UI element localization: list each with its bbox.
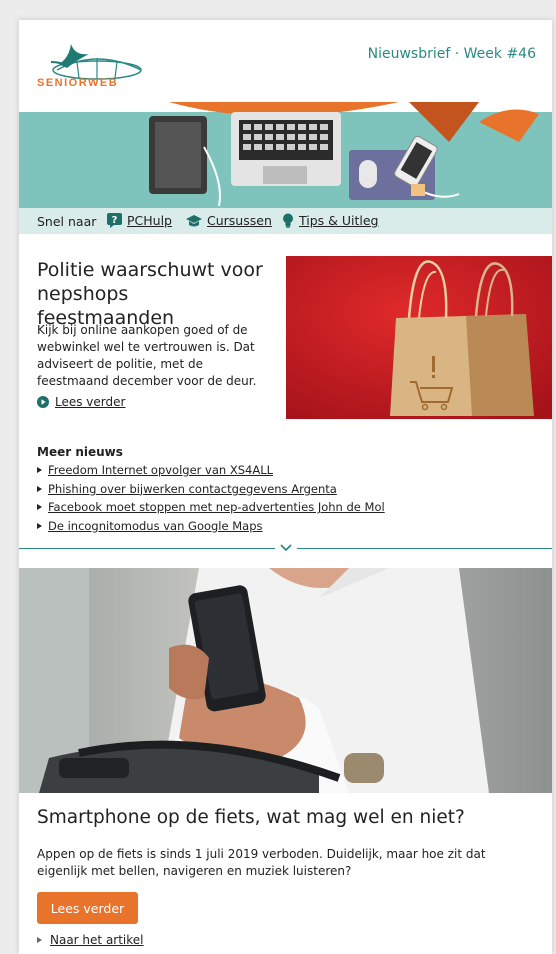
feature-summary: Appen op de fiets is sinds 1 juli 2019 v… (37, 847, 486, 878)
triangle-right-icon (37, 467, 42, 474)
banner-image (19, 102, 552, 208)
graduation-cap-icon (186, 214, 202, 226)
smartphone-bike-image[interactable] (19, 568, 552, 793)
question-icon: ? (107, 213, 122, 228)
news-link[interactable]: De incognitomodus van Google Maps (48, 519, 263, 533)
more-news-list: Freedom Internet opvolger van XS4ALL Phi… (37, 461, 385, 535)
triangle-right-icon (37, 937, 42, 943)
shopping-bags-image[interactable] (286, 256, 552, 419)
news-link[interactable]: Facebook moet stoppen met nep-advertenti… (48, 500, 385, 514)
article-summary: Kijk bij online aankopen goed of de webw… (37, 323, 257, 388)
triangle-right-icon (37, 485, 42, 492)
article-link[interactable]: Naar het artikel (37, 933, 144, 947)
quick-nav-label: Snel naar (37, 214, 97, 229)
list-item[interactable]: Freedom Internet opvolger van XS4ALL (37, 461, 385, 480)
read-more-button[interactable]: Lees verder (37, 892, 138, 924)
play-circle-icon (37, 396, 49, 408)
header: SENIORWEB Nieuwsbrief · Week #46 (19, 20, 552, 102)
news-link[interactable]: Phishing over bijwerken contactgegevens … (48, 482, 337, 496)
article-title[interactable]: Politie waarschuwt voor nepshops feestma… (37, 258, 267, 330)
triangle-right-icon (37, 522, 42, 529)
svg-text:?: ? (112, 215, 118, 226)
article-link-label: Naar het artikel (50, 933, 144, 947)
brand-name: SENIORWEB (37, 77, 119, 89)
news-link[interactable]: Freedom Internet opvolger van XS4ALL (48, 463, 273, 477)
chevron-down-icon (275, 540, 297, 556)
issue-label: Nieuwsbrief · Week #46 (367, 46, 536, 62)
quick-nav: Snel naar ? PCHulp Cursussen Tips & Uitl… (19, 208, 552, 234)
list-item[interactable]: Phishing over bijwerken contactgegevens … (37, 480, 385, 499)
quick-nav-cursussen-label: Cursussen (207, 213, 272, 228)
lightbulb-icon (283, 213, 293, 228)
read-more-label: Lees verder (55, 395, 126, 409)
list-item[interactable]: Facebook moet stoppen met nep-advertenti… (37, 498, 385, 517)
quick-nav-tips-label: Tips & Uitleg (299, 213, 379, 228)
more-news-title: Meer nieuws (37, 445, 123, 459)
quick-nav-cursussen[interactable]: Cursussen (186, 213, 272, 228)
quick-nav-tips[interactable]: Tips & Uitleg (282, 213, 379, 228)
feature-title[interactable]: Smartphone op de fiets, wat mag wel en n… (37, 807, 465, 828)
quick-nav-pchulp-label: PCHulp (127, 213, 172, 228)
list-item[interactable]: De incognitomodus van Google Maps (37, 517, 385, 536)
triangle-right-icon (37, 504, 42, 511)
newsletter-card: SENIORWEB Nieuwsbrief · Week #46 Snel na… (19, 20, 552, 954)
quick-nav-pchulp[interactable]: ? PCHulp (107, 213, 172, 228)
read-more-link[interactable]: Lees verder (37, 395, 125, 409)
